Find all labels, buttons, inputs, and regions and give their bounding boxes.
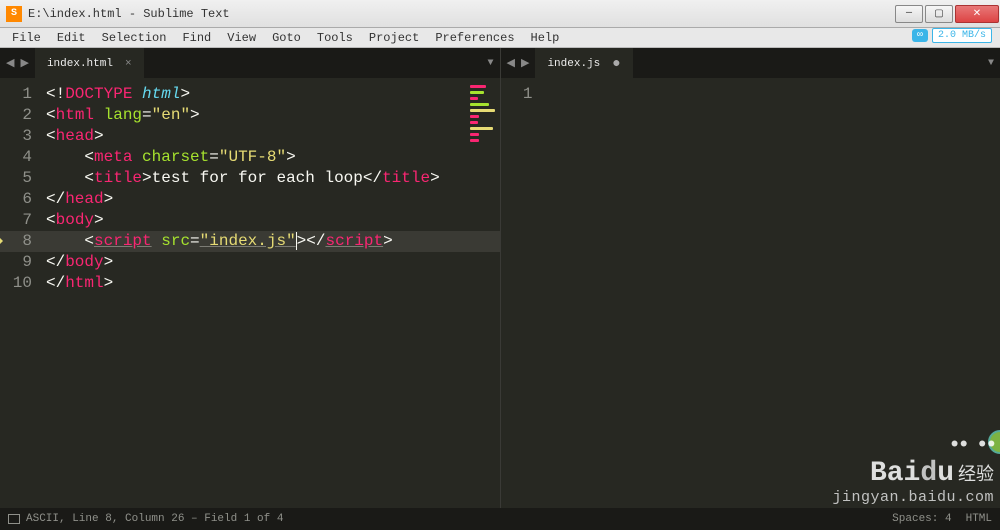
menu-find[interactable]: Find bbox=[174, 31, 219, 45]
tab-modified-icon: ● bbox=[612, 56, 620, 72]
line-number: 8 bbox=[0, 231, 40, 252]
menu-selection[interactable]: Selection bbox=[94, 31, 175, 45]
tab-index-html[interactable]: index.html × bbox=[35, 48, 144, 78]
line-number: 3 bbox=[0, 126, 32, 147]
pane-nav-left[interactable]: ◀▶ bbox=[0, 48, 35, 78]
menu-tools[interactable]: Tools bbox=[309, 31, 361, 45]
tab-row: ◀▶ index.html × ▼ ◀▶ index.js ● ▼ bbox=[0, 48, 1000, 78]
pane-nav-right[interactable]: ◀▶ bbox=[501, 48, 536, 78]
nav-back-icon[interactable]: ◀ bbox=[6, 56, 14, 70]
line-number: 10 bbox=[0, 273, 32, 294]
statusbar-icon[interactable] bbox=[8, 514, 20, 524]
code-area-right[interactable] bbox=[541, 78, 1000, 508]
minimize-button[interactable] bbox=[895, 5, 923, 23]
menu-view[interactable]: View bbox=[219, 31, 264, 45]
editor-pane-left[interactable]: 1 2 3 4 5 6 7 8 9 10 <!DOCTYPE html> <ht… bbox=[0, 78, 501, 508]
editor-pane-right[interactable]: 1 bbox=[501, 78, 1000, 508]
menu-preferences[interactable]: Preferences bbox=[427, 31, 522, 45]
tab-overflow-left[interactable]: ▼ bbox=[481, 48, 499, 78]
line-number: 6 bbox=[0, 189, 32, 210]
menu-file[interactable]: File bbox=[4, 31, 49, 45]
close-button[interactable] bbox=[955, 5, 999, 23]
line-number: 1 bbox=[501, 84, 533, 105]
maximize-button[interactable] bbox=[925, 5, 953, 23]
gutter-left: 1 2 3 4 5 6 7 8 9 10 bbox=[0, 78, 40, 508]
tab-label: index.html bbox=[47, 58, 113, 70]
speed-rate: 2.0 MB/s bbox=[932, 28, 992, 43]
line-number: 2 bbox=[0, 105, 32, 126]
menu-edit[interactable]: Edit bbox=[49, 31, 94, 45]
minimap-left[interactable] bbox=[470, 82, 498, 142]
nav-fwd-icon[interactable]: ▶ bbox=[521, 56, 529, 70]
line-number: 4 bbox=[0, 147, 32, 168]
gutter-right: 1 bbox=[501, 78, 541, 508]
app-icon: S bbox=[6, 6, 22, 22]
menu-project[interactable]: Project bbox=[361, 31, 427, 45]
line-number: 7 bbox=[0, 210, 32, 231]
tab-close-icon[interactable]: × bbox=[125, 58, 132, 70]
statusbar-position: ASCII, Line 8, Column 26 – Field 1 of 4 bbox=[26, 513, 283, 525]
cloud-icon: ∞ bbox=[912, 29, 928, 42]
window-titlebar: S E:\index.html - Sublime Text bbox=[0, 0, 1000, 28]
nav-back-icon[interactable]: ◀ bbox=[507, 56, 515, 70]
menu-goto[interactable]: Goto bbox=[264, 31, 309, 45]
menu-help[interactable]: Help bbox=[523, 31, 568, 45]
tab-label: index.js bbox=[547, 58, 600, 70]
tab-index-js[interactable]: index.js ● bbox=[535, 48, 632, 78]
tab-overflow-right[interactable]: ▼ bbox=[982, 48, 1000, 78]
statusbar-syntax[interactable]: HTML bbox=[966, 513, 992, 525]
code-area-left[interactable]: <!DOCTYPE html> <html lang="en"> <head> … bbox=[40, 78, 500, 508]
line-number: 1 bbox=[0, 84, 32, 105]
statusbar-spaces[interactable]: Spaces: 4 bbox=[892, 513, 951, 525]
status-bar: ASCII, Line 8, Column 26 – Field 1 of 4 … bbox=[0, 508, 1000, 530]
menu-bar: File Edit Selection Find View Goto Tools… bbox=[0, 28, 1000, 48]
network-speed-indicator: ∞ 2.0 MB/s bbox=[912, 28, 992, 43]
window-title: E:\index.html - Sublime Text bbox=[28, 7, 894, 21]
editor-split: 1 2 3 4 5 6 7 8 9 10 <!DOCTYPE html> <ht… bbox=[0, 78, 1000, 508]
line-number: 9 bbox=[0, 252, 32, 273]
line-number: 5 bbox=[0, 168, 32, 189]
nav-fwd-icon[interactable]: ▶ bbox=[20, 56, 28, 70]
